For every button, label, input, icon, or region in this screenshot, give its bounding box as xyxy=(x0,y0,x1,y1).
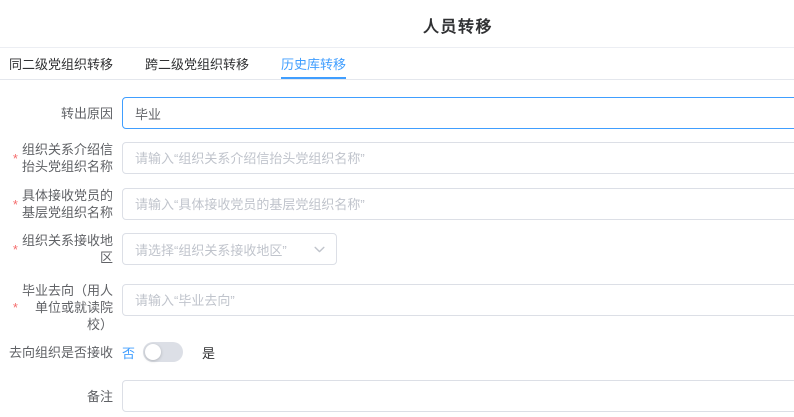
form-row-receiving-grassroots-org-name: * 具体接收党员的 基层党组织名称 xyxy=(0,188,794,220)
switch-knob xyxy=(145,344,161,360)
receiving-region-select[interactable]: 请选择“组织关系接收地区” xyxy=(122,233,337,265)
field-label-remarks: 备注 xyxy=(0,388,113,405)
required-asterisk: * xyxy=(13,243,18,256)
form-row-letter-header-org-name: * 组织关系介绍信 抬头党组织名称 xyxy=(0,142,794,174)
transfer-type-tabbar: 同二级党组织转移 跨二级党组织转移 历史库转移 xyxy=(0,47,794,80)
switch-off-label: 否 xyxy=(122,343,135,362)
form-row-receiving-region: * 组织关系接收地 区 请选择“组织关系接收地区” xyxy=(0,233,337,265)
switch-on-label: 是 xyxy=(202,343,215,362)
graduation-destination-input[interactable] xyxy=(122,284,794,316)
field-label-receiving-region: * 组织关系接收地 区 xyxy=(0,232,113,266)
receiving-grassroots-org-name-input[interactable] xyxy=(122,188,794,220)
transfer-reason-input[interactable] xyxy=(122,97,794,129)
remarks-input[interactable] xyxy=(122,380,794,412)
required-asterisk: * xyxy=(13,198,18,211)
accept-toggle-switch[interactable] xyxy=(143,342,183,362)
form-row-remarks: 备注 xyxy=(0,380,794,412)
field-label-graduation-destination: * 毕业去向（用人 单位或就读院 校） xyxy=(0,282,113,333)
letter-header-org-name-input[interactable] xyxy=(122,142,794,174)
field-label-receiving-grassroots-org-name: * 具体接收党员的 基层党组织名称 xyxy=(0,187,113,221)
field-label-destination-org-accept: 去向组织是否接收 xyxy=(0,344,113,361)
required-asterisk: * xyxy=(13,152,18,165)
tab-cross-secondary-org-transfer[interactable]: 跨二级党组织转移 xyxy=(145,48,249,79)
tab-same-secondary-org-transfer[interactable]: 同二级党组织转移 xyxy=(9,48,113,79)
personnel-transfer-page: { "page_title": "人员转移", "required_marker… xyxy=(0,0,794,417)
field-label-transfer-reason: 转出原因 xyxy=(0,105,113,122)
page-title: 人员转移 xyxy=(0,13,794,35)
form-row-transfer-reason: 转出原因 xyxy=(0,97,794,129)
chevron-down-icon xyxy=(313,243,326,256)
required-asterisk: * xyxy=(13,301,18,314)
form-row-destination-org-accept: 去向组织是否接收 否 是 xyxy=(0,342,215,362)
tab-history-library-transfer[interactable]: 历史库转移 xyxy=(281,48,346,79)
form-row-graduation-destination: * 毕业去向（用人 单位或就读院 校） xyxy=(0,284,794,316)
field-label-letter-header-org-name: * 组织关系介绍信 抬头党组织名称 xyxy=(0,141,113,175)
